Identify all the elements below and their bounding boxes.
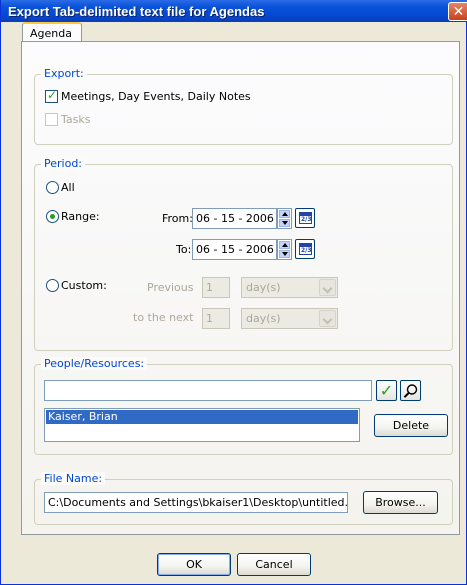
people-legend: People/Resources: [41,357,148,370]
from-label: From: [162,212,193,225]
search-button[interactable] [400,380,421,401]
meetings-label[interactable]: Meetings, Day Events, Daily Notes [61,90,251,103]
magnifier-icon [403,384,417,398]
to-calendar-button[interactable]: 2/3 [295,239,315,259]
people-group: People/Resources: ✓ Kaiser, Brian Delete [34,357,453,455]
period-legend: Period: [41,157,86,170]
chevron-down-icon[interactable] [319,279,336,296]
arrow-up-icon [282,212,288,216]
spin-up-button[interactable] [279,210,290,218]
browse-button[interactable]: Browse... [363,491,438,514]
arrow-down-icon [282,221,288,225]
next-unit-select[interactable]: day(s) [241,308,338,329]
export-legend: Export: [41,67,87,80]
ok-button[interactable]: OK [157,553,231,576]
file-legend: File Name: [41,472,106,485]
cancel-button[interactable]: Cancel [237,553,311,576]
from-calendar-button[interactable]: 2/3 [295,208,315,228]
period-range-label[interactable]: Range: [61,210,100,223]
spin-down-button[interactable] [279,250,290,258]
file-path-input[interactable]: C:\Documents and Settings\bkaiser1\Deskt… [44,492,348,513]
previous-label: Previous [147,281,194,294]
period-custom-label[interactable]: Custom: [61,279,107,292]
tab-panel-agenda: Export: ✓ Meetings, Day Events, Daily No… [21,41,460,535]
export-group: Export: ✓ Meetings, Day Events, Daily No… [34,67,453,145]
from-date-input[interactable]: 06 - 15 - 2006 [192,208,277,229]
next-count-input[interactable]: 1 [202,308,230,329]
previous-unit-value: day(s) [246,281,281,294]
calendar-icon: 2/3 [299,243,312,255]
tab-agenda[interactable]: Agenda [22,22,82,42]
list-item[interactable]: Kaiser, Brian [46,410,358,424]
arrow-down-icon [282,252,288,256]
meetings-checkbox[interactable]: ✓ [45,88,58,103]
next-label: to the next [133,311,194,324]
spin-down-button[interactable] [279,219,290,227]
title-bar[interactable]: Export Tab-delimited text file for Agend… [1,0,467,22]
period-group: Period: All Range: From: 06 - 15 - 2006 … [34,157,453,351]
next-unit-value: day(s) [246,312,281,325]
close-button[interactable]: ✕ [448,2,467,21]
checkmark-icon: ✓ [47,88,58,102]
tab-agenda-label: Agenda [30,27,72,40]
from-date-spinner[interactable] [277,208,292,229]
previous-count-input[interactable]: 1 [202,277,230,298]
to-date-spinner[interactable] [277,239,292,260]
to-date-input[interactable]: 06 - 15 - 2006 [192,239,277,260]
chevron-down-icon[interactable] [319,310,336,327]
delete-button[interactable]: Delete [374,414,448,437]
window-title: Export Tab-delimited text file for Agend… [8,4,265,19]
close-icon: ✕ [452,3,465,19]
period-all-radio[interactable] [46,181,59,194]
export-dialog: Export Tab-delimited text file for Agend… [0,0,467,585]
tasks-label: Tasks [61,113,91,126]
period-custom-radio[interactable] [46,279,59,292]
arrow-up-icon [282,243,288,247]
people-list[interactable]: Kaiser, Brian [44,408,360,442]
spin-up-button[interactable] [279,241,290,249]
period-all-label[interactable]: All [61,181,75,194]
tasks-checkbox[interactable] [45,113,58,126]
checkmark-icon: ✓ [379,381,394,400]
previous-unit-select[interactable]: day(s) [241,277,338,298]
period-range-radio[interactable] [46,210,59,223]
file-group: File Name: C:\Documents and Settings\bka… [34,472,453,525]
people-search-input[interactable] [44,380,372,401]
calendar-icon: 2/3 [299,212,312,224]
to-label: To: [176,243,192,256]
confirm-button[interactable]: ✓ [376,380,397,401]
radio-selected-dot [50,214,55,219]
